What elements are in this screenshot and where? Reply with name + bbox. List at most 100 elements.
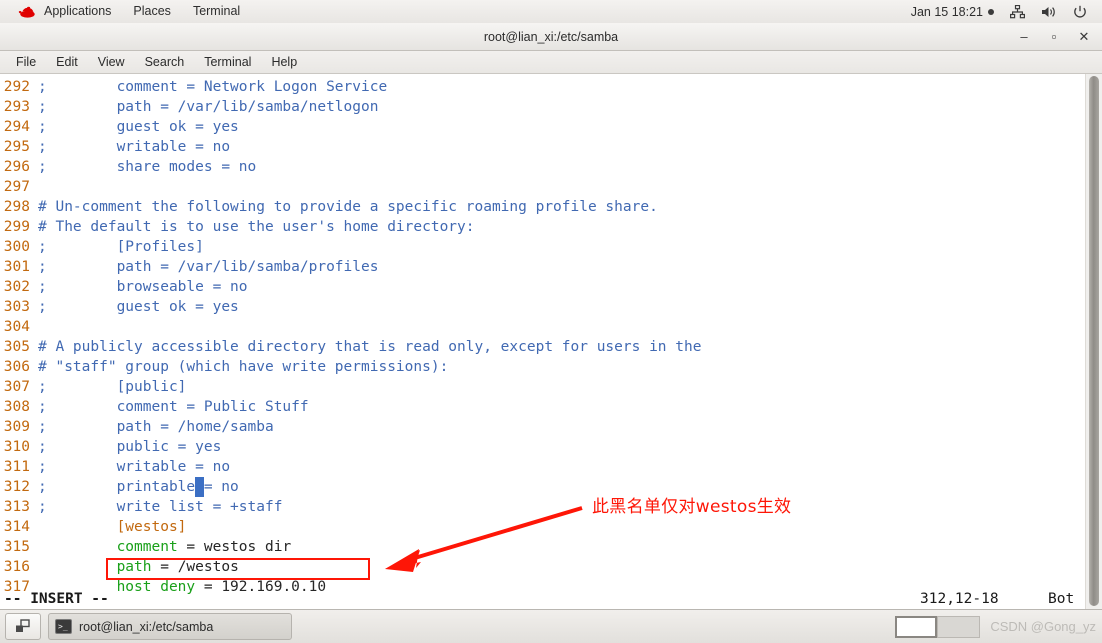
line-text: ; [public] [38, 379, 187, 395]
bottom-taskbar: >_ root@lian_xi:/etc/samba CSDN @Gong_yz [0, 609, 1102, 643]
line-number: 299 [3, 219, 30, 235]
line-text: path [38, 559, 152, 575]
menu-edit[interactable]: Edit [46, 53, 88, 71]
show-desktop-button[interactable] [5, 613, 41, 640]
taskbar-window-button[interactable]: >_ root@lian_xi:/etc/samba [48, 613, 292, 640]
menu-view[interactable]: View [88, 53, 135, 71]
volume-icon[interactable] [1033, 3, 1065, 21]
terminal-icon: >_ [55, 619, 72, 634]
line-number: 315 [3, 539, 30, 555]
line-text: # The default is to use the user's home … [38, 219, 475, 235]
line-text: # Un-comment the following to provide a … [38, 199, 658, 215]
line-number: 314 [3, 519, 30, 535]
desktop-root: Applications Places Terminal Jan 15 18:2… [0, 0, 1102, 643]
editor-line: 295 ; writable = no [0, 137, 1075, 157]
line-number: 316 [3, 559, 30, 575]
line-text: # "staff" group (which have write permis… [38, 359, 449, 375]
editor-line: 313 ; write list = +staff [0, 497, 1075, 517]
editor-line: 296 ; share modes = no [0, 157, 1075, 177]
line-number: 297 [3, 179, 30, 195]
terminal-content[interactable]: 292 ; comment = Network Logon Service 293;… [0, 74, 1102, 610]
line-number: 307 [3, 379, 30, 395]
window-controls: – ▫ ✕ [1016, 23, 1092, 50]
line-number: 310 [3, 439, 30, 455]
top-panel-right: Jan 15 18:21 [903, 3, 1102, 21]
menu-terminal[interactable]: Terminal [194, 53, 261, 71]
editor-line: 314 [westos] [0, 517, 1075, 537]
editor-line: 304 [0, 317, 1075, 337]
line-number: 301 [3, 259, 30, 275]
editor-line: 311 ; writable = no [0, 457, 1075, 477]
line-text: ; writable = no [38, 139, 231, 155]
close-button[interactable]: ✕ [1076, 29, 1092, 45]
editor-line: 298 # Un-comment the following to provide… [0, 197, 1075, 217]
editor-line: 305 # A publicly accessible directory tha… [0, 337, 1075, 357]
terminal-menu[interactable]: Terminal [182, 2, 251, 21]
line-number: 308 [3, 399, 30, 415]
line-text: ; browseable = no [38, 279, 248, 295]
line-number: 294 [3, 119, 30, 135]
line-text: ; comment = Network Logon Service [38, 79, 388, 95]
vim-scroll-state: Bot [1048, 591, 1075, 607]
line-text: ; write list = +staff [38, 499, 283, 515]
gnome-top-panel: Applications Places Terminal Jan 15 18:2… [0, 0, 1102, 24]
line-number: 306 [3, 359, 30, 375]
editor-line: 297 [0, 177, 1075, 197]
top-panel-left: Applications Places Terminal [0, 2, 251, 22]
workspace-1[interactable] [895, 615, 938, 638]
terminal-menu-label: Terminal [192, 4, 241, 18]
clock-label: Jan 15 18:21 [910, 4, 983, 19]
editor-line: 309 ; path = /home/samba [0, 417, 1075, 437]
line-text: ; comment = Public Stuff [38, 399, 309, 415]
window-title: root@lian_xi:/etc/samba [483, 29, 619, 44]
editor-line: 308 ; comment = Public Stuff [0, 397, 1075, 417]
line-text: comment [38, 539, 178, 555]
network-icon[interactable] [1002, 3, 1033, 21]
recording-dot-icon [988, 8, 994, 15]
line-number: 295 [3, 139, 30, 155]
minimize-button[interactable]: – [1016, 29, 1032, 45]
terminal-scrollbar[interactable] [1085, 74, 1102, 610]
line-number: 293 [3, 99, 30, 115]
menu-file[interactable]: File [6, 53, 46, 71]
editor-line: 315 comment = westos dir [0, 537, 1075, 557]
line-text: ; public = yes [38, 439, 222, 455]
redhat-logo-icon [17, 4, 37, 20]
line-number: 305 [3, 339, 30, 355]
places-menu[interactable]: Places [122, 2, 182, 21]
editor-buffer: 292 ; comment = Network Logon Service 293;… [0, 77, 1075, 597]
line-text: ; guest ok = yes [38, 299, 239, 315]
menu-help[interactable]: Help [261, 53, 307, 71]
editor-line: 310 ; public = yes [0, 437, 1075, 457]
scrollbar-thumb[interactable] [1089, 76, 1099, 606]
line-number: 292 [3, 79, 30, 95]
line-text: ; guest ok = yes [38, 119, 239, 135]
line-text: # A publicly accessible directory that i… [38, 339, 702, 355]
line-text: ; path = /var/lib/samba/profiles [38, 259, 379, 275]
line-number: 313 [3, 499, 30, 515]
taskbar-window-label: root@lian_xi:/etc/samba [79, 619, 214, 634]
editor-line: 306 # "staff" group (which have write per… [0, 357, 1075, 377]
editor-line: 303 ; guest ok = yes [0, 297, 1075, 317]
power-icon[interactable] [1065, 3, 1095, 21]
line-text: = westos dir [177, 539, 292, 555]
workspace-switcher[interactable] [895, 615, 981, 638]
window-titlebar[interactable]: root@lian_xi:/etc/samba – ▫ ✕ [0, 23, 1102, 51]
clock[interactable]: Jan 15 18:21 [903, 3, 1002, 21]
workspace-2[interactable] [937, 615, 981, 638]
line-text: ; [Profiles] [38, 239, 204, 255]
vim-status-line: -- INSERT -- 312,12-18 Bot [0, 588, 1075, 610]
menu-search[interactable]: Search [135, 53, 195, 71]
show-desktop-icon [16, 619, 30, 632]
line-text: ; path = /var/lib/samba/netlogon [38, 99, 379, 115]
editor-line: 302 ; browseable = no [0, 277, 1075, 297]
editor-line: 300 ; [Profiles] [0, 237, 1075, 257]
vim-cursor-position: 312,12-18 [920, 591, 999, 607]
line-number: 303 [3, 299, 30, 315]
line-text: [westos] [38, 519, 187, 535]
applications-menu[interactable]: Applications [6, 2, 122, 22]
terminal-window: root@lian_xi:/etc/samba – ▫ ✕ File Edit … [0, 23, 1102, 610]
line-number: 298 [3, 199, 30, 215]
line-number: 304 [3, 319, 30, 335]
maximize-button[interactable]: ▫ [1046, 29, 1062, 45]
